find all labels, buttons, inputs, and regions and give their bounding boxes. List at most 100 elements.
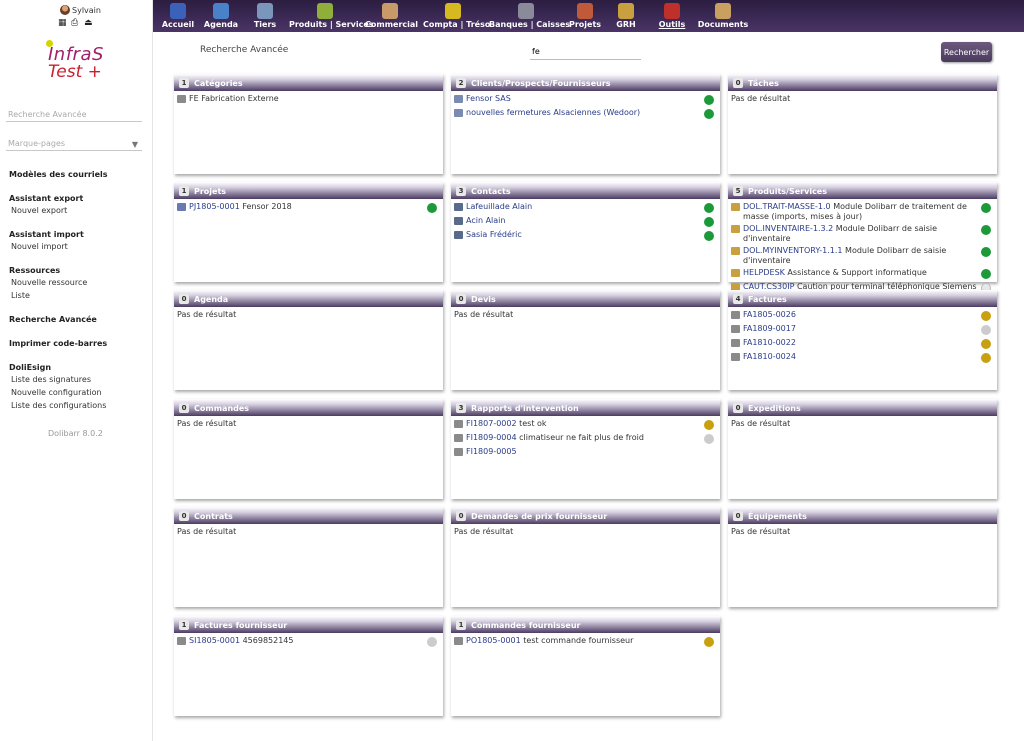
- result-box-header: 0 Équipements: [728, 507, 997, 524]
- result-box-title: Tâches: [748, 79, 779, 88]
- result-row[interactable]: Acin Alain: [454, 216, 717, 228]
- result-link[interactable]: DOL.INVENTAIRE-1.3.2: [743, 224, 833, 233]
- status-dot-icon: [704, 420, 714, 430]
- sidebar-menu-item[interactable]: Assistant import: [9, 230, 84, 239]
- logout-icon[interactable]: ⏏: [84, 18, 94, 28]
- result-row[interactable]: nouvelles fermetures Alsaciennes (Wedoor…: [454, 108, 717, 120]
- result-box-title: Contacts: [471, 187, 511, 196]
- result-link[interactable]: FI1809-0005: [466, 447, 517, 456]
- sidebar-menu-item[interactable]: DoliEsign: [9, 363, 51, 372]
- result-link[interactable]: HELPDESK: [743, 268, 785, 277]
- sidebar-search-input[interactable]: Recherche Avancée: [6, 108, 142, 122]
- result-link[interactable]: Fensor SAS: [466, 94, 511, 103]
- result-box-header: 1 Catégories: [174, 74, 443, 91]
- topmenu-item[interactable]: Compta | Tréso: [423, 0, 490, 32]
- result-link[interactable]: Sasia Frédéric: [466, 230, 522, 239]
- search-button[interactable]: Rechercher: [941, 42, 992, 62]
- result-row[interactable]: DOL.MYINVENTORY-1.1.1 Module Dolibarr de…: [731, 246, 994, 266]
- result-link[interactable]: FI1807-0002: [466, 419, 517, 428]
- bookmarks-select[interactable]: Marque-pages ▼: [6, 137, 142, 151]
- result-row[interactable]: FA1810-0024: [731, 352, 994, 364]
- result-box-title: Agenda: [194, 295, 229, 304]
- count-badge: 3: [456, 186, 466, 196]
- result-row[interactable]: FE Fabrication Externe: [177, 94, 440, 106]
- left-sidebar: Sylvain ▦ ⎙ ⏏ InfraS Test + Recherche Av…: [0, 0, 153, 741]
- result-row[interactable]: FA1805-0026: [731, 310, 994, 322]
- result-link[interactable]: FI1809-0004: [466, 433, 517, 442]
- result-row[interactable]: PJ1805-0001 Fensor 2018: [177, 202, 440, 214]
- count-badge: 1: [179, 186, 189, 196]
- topmenu-item[interactable]: Documents: [697, 0, 749, 32]
- sidebar-menu-item[interactable]: Nouvelle configuration: [11, 388, 102, 397]
- sidebar-menu-item[interactable]: Nouvelle ressource: [11, 278, 87, 287]
- topmenu-item[interactable]: Accueil: [159, 0, 197, 32]
- result-row[interactable]: Lafeuillade Alain: [454, 202, 717, 214]
- sidebar-menu-item[interactable]: Nouvel import: [11, 242, 68, 251]
- sidebar-menu-item[interactable]: Liste des configurations: [11, 401, 106, 410]
- result-link[interactable]: PO1805-0001: [466, 636, 521, 645]
- menu-icon: [445, 3, 461, 19]
- user-name[interactable]: Sylvain: [72, 6, 101, 15]
- result-row[interactable]: FI1809-0005: [454, 447, 717, 459]
- result-row[interactable]: DOL.TRAIT-MASSE-1.0 Module Dolibarr de t…: [731, 202, 994, 222]
- result-row[interactable]: PO1805-0001 test commande fournisseur: [454, 636, 717, 648]
- result-link[interactable]: DOL.MYINVENTORY-1.1.1: [743, 246, 843, 255]
- result-row[interactable]: DOL.INVENTAIRE-1.3.2 Module Dolibarr de …: [731, 224, 994, 244]
- topmenu-label: GRH: [616, 20, 636, 29]
- result-box-header: 5 Produits/Services: [728, 182, 997, 199]
- sidebar-menu-item[interactable]: Imprimer code-barres: [9, 339, 107, 348]
- result-description: Assistance & Support informatique: [784, 268, 927, 277]
- status-dot-icon: [704, 231, 714, 241]
- result-row[interactable]: SI1805-0001 4569852145: [177, 636, 440, 648]
- result-box-body: Pas de résultat: [728, 524, 997, 536]
- top-menu-bar: Accueil Agenda Tiers Produits | Services Com…: [153, 0, 1024, 32]
- search-input[interactable]: [530, 44, 641, 60]
- result-box-body: SI1805-0001 4569852145: [174, 633, 443, 648]
- result-link[interactable]: nouvelles fermetures Alsaciennes (Wedoor…: [466, 108, 640, 117]
- topmenu-label: Outils: [658, 20, 686, 29]
- result-link[interactable]: FA1809-0017: [743, 324, 796, 333]
- sidebar-menu-item[interactable]: Recherche Avancée: [9, 315, 97, 324]
- result-link[interactable]: FA1805-0026: [743, 310, 796, 319]
- result-row[interactable]: FA1809-0017: [731, 324, 994, 336]
- sidebar-menu-item[interactable]: Liste: [11, 291, 30, 300]
- sidebar-menu-item[interactable]: Nouvel export: [11, 206, 67, 215]
- sidebar-menu-item[interactable]: Assistant export: [9, 194, 83, 203]
- topmenu-item[interactable]: Banques | Caisses: [489, 0, 570, 32]
- result-link[interactable]: DOL.TRAIT-MASSE-1.0: [743, 202, 831, 211]
- status-dot-icon: [704, 109, 714, 119]
- topmenu-item[interactable]: Projets: [569, 0, 601, 32]
- topmenu-item[interactable]: GRH: [611, 0, 641, 32]
- company-logo[interactable]: InfraS Test +: [44, 40, 116, 85]
- result-row[interactable]: Sasia Frédéric: [454, 230, 717, 242]
- print-icon[interactable]: ⎙: [71, 18, 81, 28]
- count-badge: 0: [179, 403, 189, 413]
- result-row[interactable]: HELPDESK Assistance & Support informatiq…: [731, 268, 994, 280]
- topmenu-item[interactable]: Commercial: [365, 0, 418, 32]
- result-link[interactable]: PJ1805-0001: [189, 202, 240, 211]
- result-row[interactable]: FI1807-0002 test ok: [454, 419, 717, 431]
- sidebar-menu-item[interactable]: Ressources: [9, 266, 60, 275]
- object-icon: [454, 231, 463, 239]
- calculator-icon[interactable]: ▦: [58, 18, 68, 28]
- result-link[interactable]: FA1810-0022: [743, 338, 796, 347]
- result-row[interactable]: FI1809-0004 climatiseur ne fait plus de …: [454, 433, 717, 445]
- topmenu-item[interactable]: Tiers: [249, 0, 281, 32]
- sidebar-menu-item[interactable]: Modèles des courriels: [9, 170, 108, 179]
- sidebar-menu-item[interactable]: Liste des signatures: [11, 375, 91, 384]
- result-link[interactable]: Acin Alain: [466, 216, 505, 225]
- result-link[interactable]: Lafeuillade Alain: [466, 202, 532, 211]
- no-result-text: Pas de résultat: [731, 419, 791, 428]
- result-link[interactable]: FA1810-0024: [743, 352, 796, 361]
- topmenu-item[interactable]: Agenda: [201, 0, 241, 32]
- result-row[interactable]: Fensor SAS: [454, 94, 717, 106]
- result-row[interactable]: FA1810-0022: [731, 338, 994, 350]
- result-box: 3 Contacts Lafeuillade Alain Acin Alain Sasi…: [451, 182, 720, 282]
- object-icon: [731, 353, 740, 361]
- result-link[interactable]: SI1805-0001: [189, 636, 240, 645]
- topmenu-item[interactable]: Produits | Services: [289, 0, 374, 32]
- avatar[interactable]: [60, 5, 70, 15]
- result-box-header: 3 Rapports d'intervention: [451, 399, 720, 416]
- topmenu-item[interactable]: Outils: [655, 0, 689, 32]
- result-box: 0 Équipements Pas de résultat: [728, 507, 997, 607]
